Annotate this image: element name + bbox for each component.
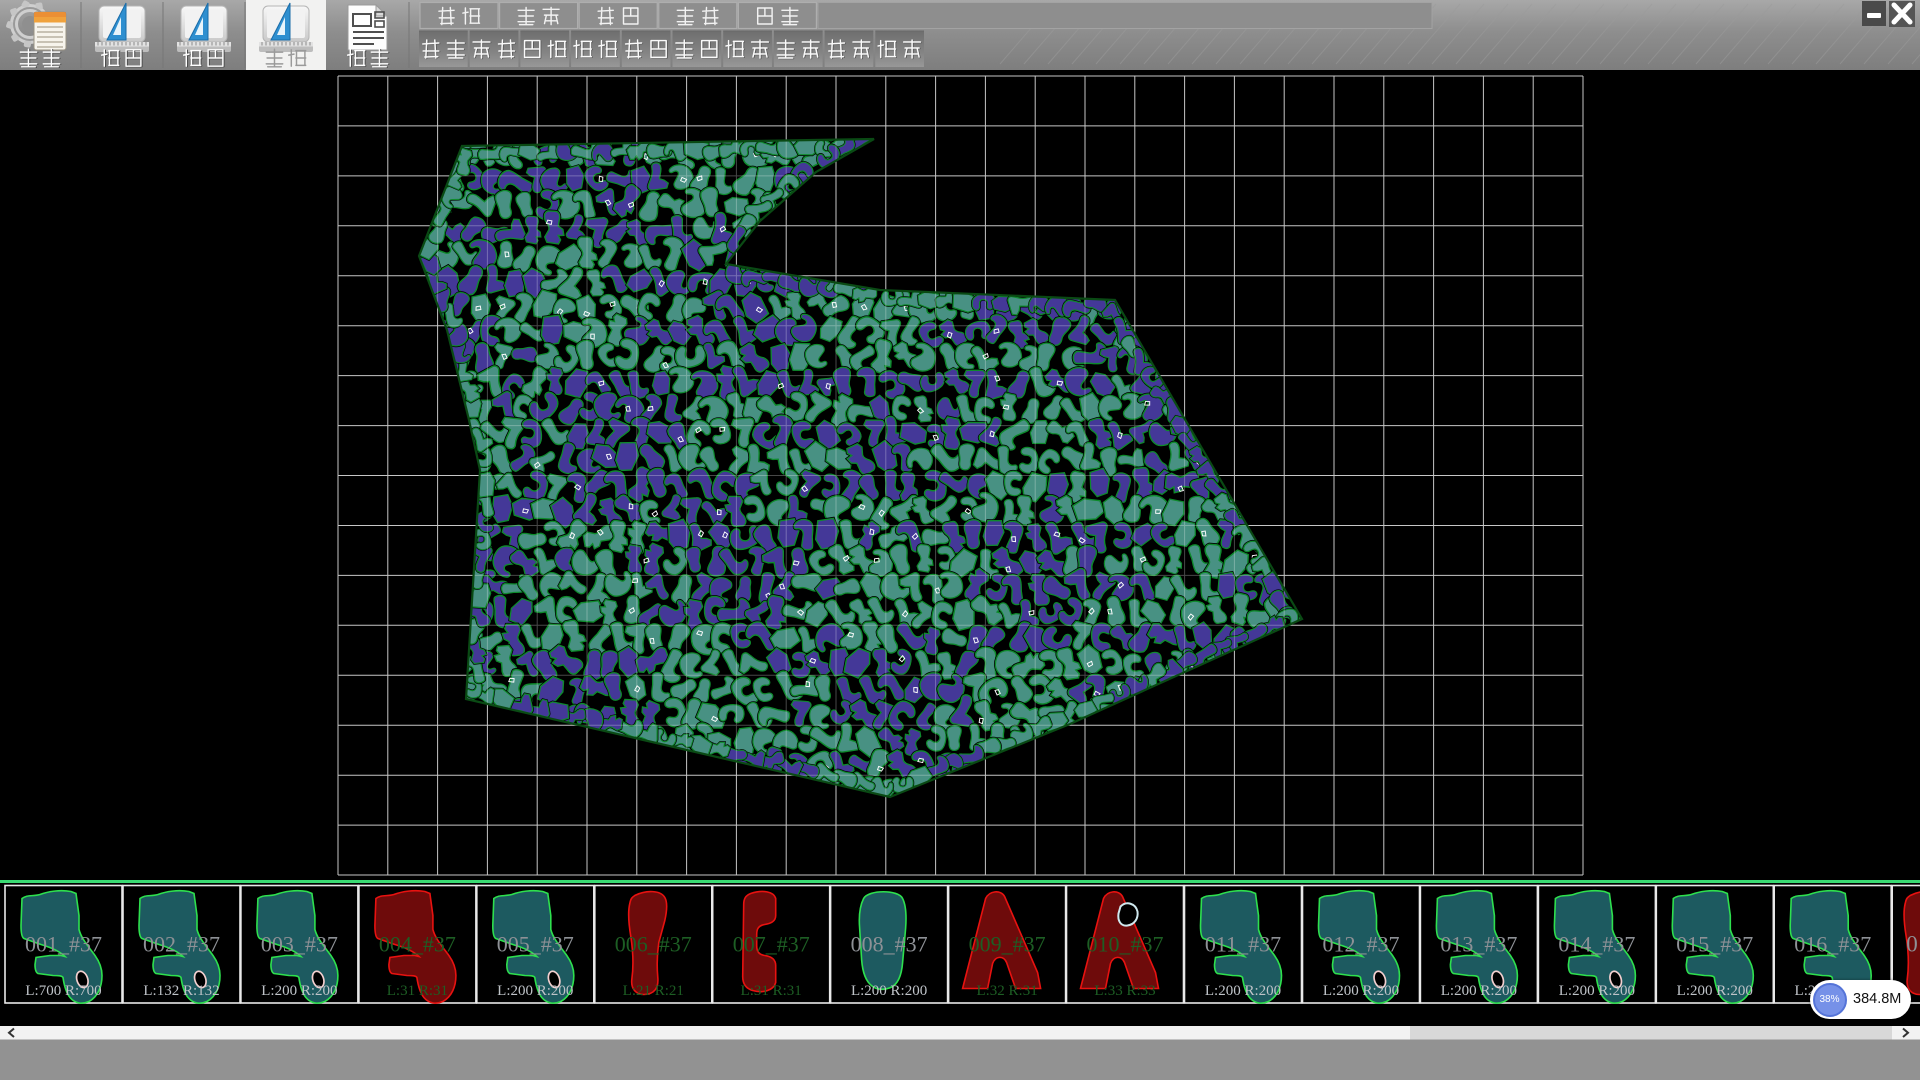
- svg-text:006_#37: 006_#37: [615, 932, 692, 957]
- svg-text:L:32 R:31: L:32 R:31: [976, 983, 1037, 999]
- svg-text:005_#37: 005_#37: [497, 932, 574, 957]
- svg-text:011_#37: 011_#37: [1205, 932, 1281, 957]
- svg-text:L:31 R:31: L:31 R:31: [387, 983, 448, 999]
- svg-text:L:200 R:200: L:200 R:200: [1205, 983, 1281, 999]
- svg-text:L:200 R:200: L:200 R:200: [497, 983, 573, 999]
- svg-text:014_#37: 014_#37: [1558, 932, 1635, 957]
- svg-text:004_#37: 004_#37: [379, 932, 456, 957]
- svg-text:L:200 R:200: L:200 R:200: [851, 983, 927, 999]
- svg-text:L:200 R:200: L:200 R:200: [1559, 983, 1635, 999]
- svg-text:L:200 R:200: L:200 R:200: [1677, 983, 1753, 999]
- svg-text:001_#37: 001_#37: [25, 932, 102, 957]
- svg-text:L:33 R:33: L:33 R:33: [1094, 983, 1155, 999]
- svg-text:007_#37: 007_#37: [733, 932, 810, 957]
- svg-text:L:31 R:31: L:31 R:31: [741, 983, 802, 999]
- svg-text:L:132 R:132: L:132 R:132: [143, 983, 219, 999]
- svg-text:002_#37: 002_#37: [143, 932, 220, 957]
- svg-text:003_#37: 003_#37: [261, 932, 338, 957]
- svg-text:L:700 R:700: L:700 R:700: [25, 983, 101, 999]
- svg-text:L:200 R:200: L:200 R:200: [261, 983, 337, 999]
- svg-text:008_#37: 008_#37: [851, 932, 928, 957]
- svg-text:013_#37: 013_#37: [1440, 932, 1517, 957]
- svg-text:L:200 R:200: L:200 R:200: [1441, 983, 1517, 999]
- svg-text:L:200 R:200: L:200 R:200: [1323, 983, 1399, 999]
- svg-text:010_#37: 010_#37: [1087, 932, 1164, 957]
- svg-text:015_#37: 015_#37: [1676, 932, 1753, 957]
- svg-text:009_#37: 009_#37: [969, 932, 1046, 957]
- svg-text:0: 0: [1906, 932, 1918, 957]
- svg-text:016_#37: 016_#37: [1794, 932, 1871, 957]
- svg-text:L:21 R:21: L:21 R:21: [623, 983, 684, 999]
- svg-text:012_#37: 012_#37: [1323, 932, 1400, 957]
